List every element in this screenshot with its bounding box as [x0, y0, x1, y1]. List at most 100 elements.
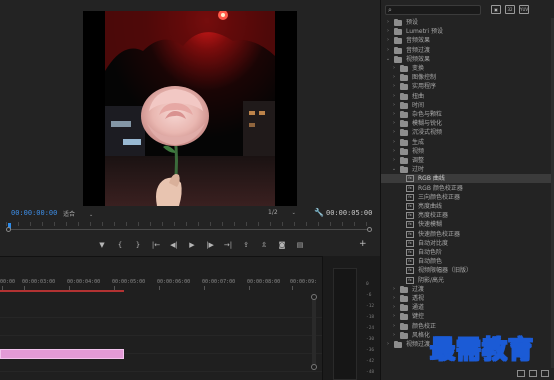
effect-folder[interactable]: › 颜色校正: [381, 322, 554, 331]
settings-wrench-icon[interactable]: 🔧: [314, 208, 324, 217]
chevron-right-icon[interactable]: ›: [391, 92, 397, 101]
tree-item-label: 快速模糊: [418, 221, 443, 229]
effect-folder[interactable]: › 实用程序: [381, 82, 554, 91]
current-timecode[interactable]: 00:00:00:00: [11, 209, 57, 217]
effect-item[interactable]: fx 快速颜色校正器: [381, 230, 554, 239]
scroll-handle-bottom[interactable]: [311, 364, 317, 370]
effect-folder[interactable]: ⌄ 视频效果: [381, 55, 554, 64]
folder-icon: [400, 285, 408, 293]
delete-icon[interactable]: [541, 370, 549, 377]
chevron-right-icon[interactable]: ›: [385, 340, 391, 349]
effect-folder[interactable]: › 杂色与颗粒: [381, 110, 554, 119]
go-to-out-button[interactable]: →|: [219, 239, 237, 251]
zoom-handle-right[interactable]: [367, 227, 372, 232]
mark-in-button[interactable]: {: [111, 239, 129, 251]
zoom-fit-select[interactable]: 适合 ⌄: [63, 209, 93, 218]
chevron-right-icon[interactable]: ›: [391, 331, 397, 340]
effect-item[interactable]: fx 快速模糊: [381, 220, 554, 229]
effect-folder[interactable]: › 视频: [381, 147, 554, 156]
button-editor-plus-button[interactable]: +: [359, 239, 367, 249]
effect-folder[interactable]: › 音频过渡: [381, 46, 554, 55]
chevron-right-icon[interactable]: ›: [391, 156, 397, 165]
chevron-right-icon[interactable]: ›: [391, 294, 397, 303]
effect-item[interactable]: fx 亮度校正器: [381, 211, 554, 220]
effect-folder[interactable]: › 键控: [381, 312, 554, 321]
scrub-bar[interactable]: [6, 229, 372, 230]
chevron-down-icon: ⌄: [89, 212, 94, 218]
video-clip[interactable]: [0, 349, 124, 359]
chevron-right-icon[interactable]: ›: [391, 110, 397, 119]
chevron-right-icon[interactable]: ›: [391, 312, 397, 321]
chevron-right-icon[interactable]: ›: [391, 322, 397, 331]
export-frame-button[interactable]: ◙: [273, 239, 291, 251]
chevron-right-icon[interactable]: ›: [391, 73, 397, 82]
effect-folder[interactable]: › 模糊与锐化: [381, 119, 554, 128]
chevron-right-icon[interactable]: ›: [391, 138, 397, 147]
track-area[interactable]: [0, 300, 322, 380]
chevron-right-icon[interactable]: ›: [391, 285, 397, 294]
ruler-label: 00:00:03:00: [22, 279, 56, 285]
playback-resolution-select[interactable]: 1/2 ⌄: [268, 209, 296, 216]
ruler-label: 00:00:05:00: [112, 279, 146, 285]
new-bin-icon[interactable]: [517, 370, 525, 377]
play-button[interactable]: ▶: [183, 239, 201, 251]
new-item-icon[interactable]: [529, 370, 537, 377]
effect-folder[interactable]: › 预设: [381, 18, 554, 27]
effect-folder[interactable]: › 透视: [381, 294, 554, 303]
effect-item[interactable]: fx RGB 曲线: [381, 174, 554, 184]
time-ruler[interactable]: 00:00 00:00:03:00 00:00:04:00 00:00:05:00 00…: [0, 271, 322, 291]
effect-folder[interactable]: › 调整: [381, 156, 554, 165]
chevron-right-icon[interactable]: ›: [391, 64, 397, 73]
effect-item[interactable]: fx 自动色阶: [381, 248, 554, 257]
folder-icon: [400, 331, 408, 339]
scroll-handle-top[interactable]: [311, 294, 317, 300]
effect-folder[interactable]: › 生成: [381, 138, 554, 147]
effect-item[interactable]: fx RGB 颜色校正器: [381, 184, 554, 193]
lift-button[interactable]: ⇪: [237, 239, 255, 251]
effect-folder[interactable]: › 变换: [381, 64, 554, 73]
effect-folder[interactable]: › 通道: [381, 303, 554, 312]
chevron-right-icon[interactable]: ›: [385, 36, 391, 45]
step-back-button[interactable]: ◀|: [165, 239, 183, 251]
extract-button[interactable]: ⇫: [255, 239, 273, 251]
effect-folder[interactable]: › 图像控制: [381, 73, 554, 82]
32bit-effects-icon[interactable]: 32: [505, 5, 515, 14]
chevron-right-icon[interactable]: ›: [385, 27, 391, 36]
chevron-down-icon[interactable]: ⌄: [385, 55, 391, 64]
effect-folder[interactable]: › 音频效果: [381, 36, 554, 45]
yuv-effects-icon[interactable]: YUV: [519, 5, 529, 14]
chevron-right-icon[interactable]: ›: [391, 128, 397, 137]
mark-out-button[interactable]: }: [129, 239, 147, 251]
chevron-right-icon[interactable]: ›: [391, 303, 397, 312]
timeline-vertical-scrollbar[interactable]: [312, 296, 316, 370]
effect-folder[interactable]: › Lumetri 预设: [381, 27, 554, 36]
effect-item[interactable]: fx 三向颜色校正器: [381, 193, 554, 202]
ruler-label: 00:00:09:: [290, 279, 318, 285]
compare-button[interactable]: ▤: [291, 239, 309, 251]
effect-item[interactable]: fx 自动对比度: [381, 239, 554, 248]
folder-icon: [400, 83, 408, 91]
effect-folder[interactable]: › 时间: [381, 101, 554, 110]
effect-item[interactable]: fx 亮度曲线: [381, 202, 554, 211]
effect-folder[interactable]: › 沉浸式视频: [381, 128, 554, 137]
effect-item[interactable]: fx 视频限幅器（旧版）: [381, 266, 554, 275]
chevron-right-icon[interactable]: ›: [385, 46, 391, 55]
chevron-right-icon[interactable]: ›: [391, 147, 397, 156]
chevron-right-icon[interactable]: ›: [385, 18, 391, 27]
effect-folder[interactable]: › 过渡: [381, 285, 554, 294]
zoom-handle-left[interactable]: [6, 227, 11, 232]
effect-folder[interactable]: › 扭曲: [381, 92, 554, 101]
effect-folder[interactable]: ⌄ 过时: [381, 165, 554, 174]
effect-item[interactable]: fx 自动颜色: [381, 257, 554, 266]
chevron-right-icon[interactable]: ›: [391, 101, 397, 110]
chevron-down-icon[interactable]: ⌄: [391, 165, 397, 174]
program-frame[interactable]: [83, 11, 297, 206]
effect-item[interactable]: fx 阴影/高光: [381, 276, 554, 285]
step-forward-button[interactable]: |▶: [201, 239, 219, 251]
go-to-in-button[interactable]: |←: [147, 239, 165, 251]
chevron-right-icon[interactable]: ›: [391, 119, 397, 128]
chevron-right-icon[interactable]: ›: [391, 82, 397, 91]
accelerated-effects-icon[interactable]: ▣: [491, 5, 501, 14]
effects-search-input[interactable]: ⌕: [385, 5, 481, 15]
add-marker-button[interactable]: ▼: [93, 239, 111, 251]
